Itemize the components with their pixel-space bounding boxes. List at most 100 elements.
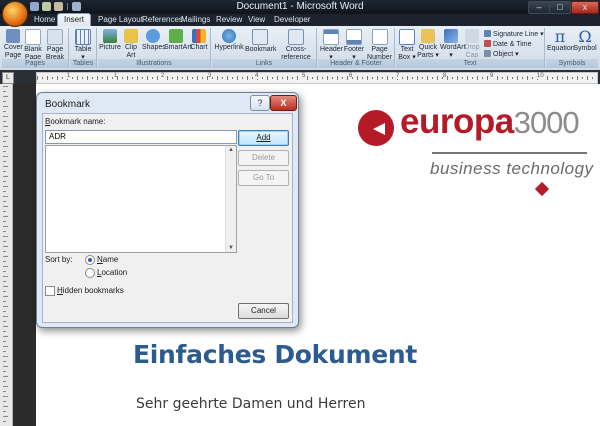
tab-developer[interactable]: Developer (268, 14, 316, 26)
date-time-button[interactable]: Date & Time (484, 40, 532, 49)
quick-parts-button[interactable]: Quick Parts ▾ (417, 29, 439, 60)
sort-location-radio[interactable] (85, 268, 95, 278)
ruler-tick (477, 76, 478, 80)
scroll-down-icon[interactable]: ▼ (228, 245, 234, 251)
symbol-label: Symbol (573, 45, 597, 52)
symbol-button[interactable]: Ω Symbol (573, 29, 597, 53)
minimize-button[interactable]: – (528, 1, 550, 14)
object-button[interactable]: Object ▾ (484, 50, 519, 59)
clip-art-button[interactable]: Clip Art (122, 29, 140, 60)
document-greeting[interactable]: Sehr geehrte Damen und Herren (136, 396, 365, 412)
blank-page-button[interactable]: Blank Page (24, 29, 42, 62)
scroll-up-icon[interactable]: ▲ (228, 147, 234, 153)
tab-view[interactable]: View (242, 14, 271, 26)
sort-name-radio[interactable] (85, 255, 95, 265)
ruler-tick (97, 76, 98, 80)
close-window-button[interactable]: x (571, 1, 599, 14)
vruler-tick (3, 131, 6, 132)
footer-button[interactable]: Footer ▾ (343, 29, 365, 62)
group-label-links: Links (212, 59, 316, 68)
header-button[interactable]: Header ▾ (320, 29, 343, 62)
delete-button[interactable]: Delete (238, 150, 289, 166)
vruler-tick (3, 116, 8, 117)
document-title[interactable]: Einfaches Dokument (133, 340, 417, 369)
hyperlink-label: Hyperlink (214, 44, 244, 51)
vruler-tick (3, 216, 8, 217)
maximize-button[interactable]: □ (549, 1, 571, 14)
vruler-tick (3, 151, 6, 152)
add-button[interactable]: Add (238, 130, 289, 146)
table-icon (75, 29, 91, 45)
ruler-tick (307, 76, 308, 80)
vruler-tick (3, 316, 8, 317)
redo-icon[interactable] (54, 2, 63, 11)
ruler-tick (517, 76, 518, 80)
ruler-tick (582, 77, 583, 79)
cross-reference-button[interactable]: Cross-reference (276, 29, 316, 62)
dialog-close-button[interactable]: X (270, 95, 297, 111)
save-icon[interactable] (30, 2, 39, 11)
ruler-tick (247, 76, 248, 80)
ruler-tick (127, 76, 128, 80)
office-button[interactable] (2, 1, 28, 27)
chart-button[interactable]: Chart (189, 29, 209, 52)
ruler-tick (512, 77, 513, 79)
ruler-tick (187, 76, 188, 80)
smartart-button[interactable]: SmartArt (164, 29, 192, 52)
sort-location-text: ocation (101, 268, 128, 277)
bookmark-name-input[interactable]: ADR (45, 130, 237, 144)
quick-parts-icon (421, 29, 435, 43)
vruler-tick (3, 86, 8, 87)
equation-icon: π (554, 27, 566, 46)
hidden-bookmarks-label[interactable]: Hidden bookmarks (57, 286, 124, 295)
tab-selector[interactable]: L (2, 72, 14, 84)
page-break-button[interactable]: Page Break (45, 29, 65, 62)
ruler-tick (287, 76, 288, 80)
table-button[interactable]: Table ▾ (73, 29, 93, 62)
go-to-button[interactable]: Go To (238, 170, 289, 186)
signature-line-button[interactable]: Signature Line ▾ (484, 30, 544, 39)
ruler-tick (242, 77, 243, 79)
quick-print-icon[interactable] (72, 2, 81, 11)
vertical-ruler[interactable] (0, 84, 13, 426)
sort-name-label[interactable]: Name (97, 255, 118, 264)
ruler-tick (202, 77, 203, 79)
vruler-tick (3, 341, 6, 342)
bookmark-list[interactable]: ▲ ▼ (45, 145, 237, 253)
horizontal-ruler[interactable]: 1 1 2 3 4 5 6 7 8 9 10 (36, 72, 598, 84)
ruler-tick (82, 77, 83, 79)
hyperlink-button[interactable]: Hyperlink (214, 29, 244, 52)
shapes-button[interactable]: Shapes (142, 29, 166, 52)
tab-insert[interactable]: Insert (57, 13, 92, 27)
vruler-tick (3, 136, 8, 137)
dialog-help-button[interactable]: ? (250, 95, 270, 111)
ruler-tick (362, 77, 363, 79)
undo-icon[interactable] (42, 2, 51, 11)
vruler-tick (3, 381, 6, 382)
vruler-tick (3, 286, 8, 287)
ruler-tick (312, 77, 313, 79)
ruler-tick (37, 76, 38, 80)
group-label-illustrations: Illustrations (98, 59, 210, 68)
wordart-button[interactable]: WordArt ▾ (440, 29, 466, 60)
ruler-tick (147, 76, 148, 80)
vruler-tick (3, 296, 8, 297)
vruler-tick (3, 191, 6, 192)
ruler-number: 1 (114, 73, 118, 79)
logo-brand-light: 3000 (513, 105, 580, 140)
ruler-tick (342, 77, 343, 79)
equation-button[interactable]: π Equation (547, 27, 575, 53)
ruler-tick (47, 76, 48, 80)
ruler-tick (232, 77, 233, 79)
picture-button[interactable]: Picture (99, 29, 121, 52)
text-box-button[interactable]: Text Box ▾ (398, 29, 416, 62)
ruler-tick (177, 76, 178, 80)
ruler-tick (412, 77, 413, 79)
hidden-bookmarks-checkbox[interactable] (45, 286, 55, 296)
cancel-button[interactable]: Cancel (238, 303, 289, 319)
bookmark-button[interactable]: Bookmark (245, 29, 277, 54)
ruler-tick (507, 76, 508, 80)
bookmark-list-scrollbar[interactable]: ▲ ▼ (225, 146, 236, 252)
signature-line-icon (484, 30, 491, 37)
sort-location-label[interactable]: Location (97, 268, 127, 277)
